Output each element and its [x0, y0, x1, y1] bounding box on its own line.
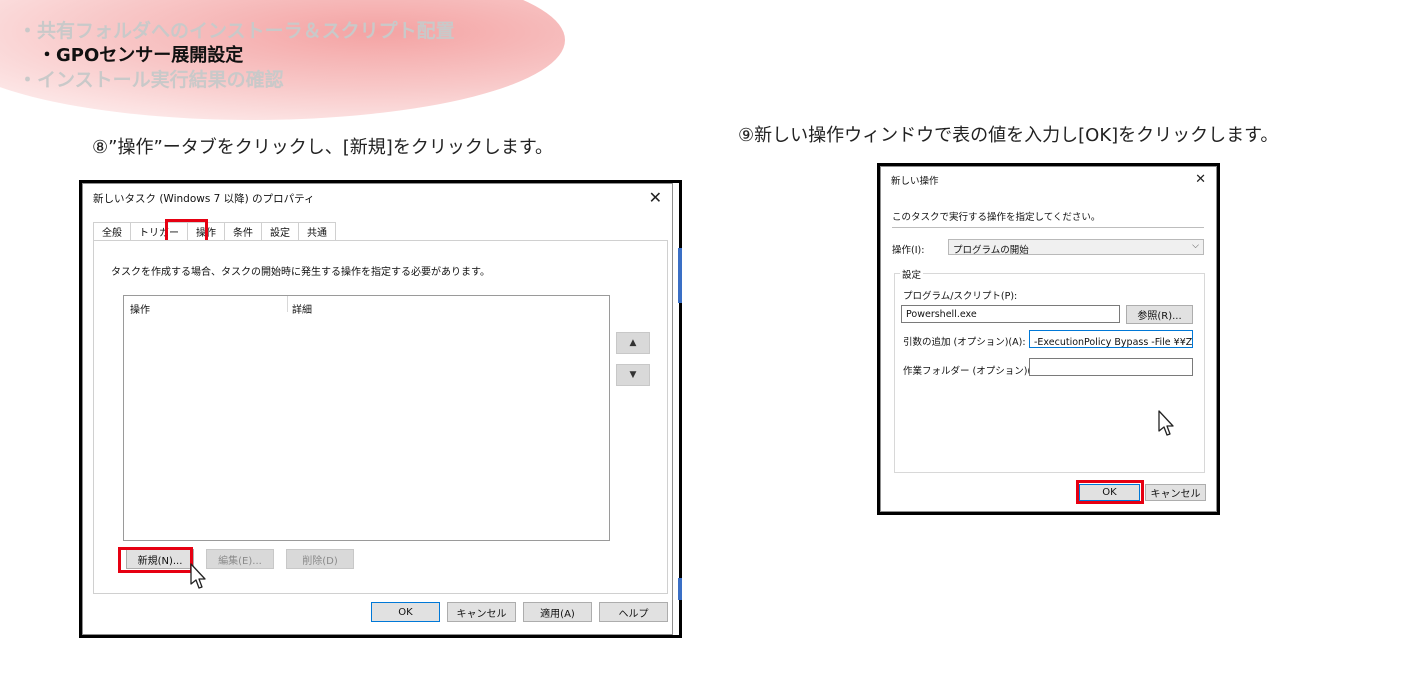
divider [892, 227, 1204, 228]
task-properties-screenshot: 新しいタスク (Windows 7 以降) のプロパティ ✕ 全般 トリガー 操… [79, 180, 682, 638]
actions-instruction: タスクを作成する場合、タスクの開始時に発生する操作を指定する必要があります。 [111, 267, 490, 278]
action-type-select[interactable]: プログラムの開始 ⌵ [948, 239, 1204, 256]
browse-button[interactable]: 参照(R)... [1126, 305, 1193, 324]
apply-button[interactable]: 適用(A) [523, 602, 592, 622]
column-header-action[interactable]: 操作 [130, 301, 150, 316]
delete-action-button[interactable]: 削除(D) [286, 549, 354, 569]
program-label: プログラム/スクリプト(P): [903, 291, 1018, 302]
action-type-label: 操作(I): [892, 245, 925, 256]
action-dialog-titlebar: 新しい操作 ✕ [881, 167, 1216, 193]
action-type-value: プログラムの開始 [953, 245, 1029, 256]
tab-conditions[interactable]: 条件 [224, 222, 262, 240]
nav-item-gpo-sensor: ・GPOセンサー展開設定 [38, 45, 244, 66]
task-properties-dialog: 新しいタスク (Windows 7 以降) のプロパティ ✕ 全般 トリガー 操… [82, 183, 673, 635]
column-header-details[interactable]: 詳細 [292, 301, 312, 316]
background-window-edge [678, 578, 682, 600]
edit-action-button[interactable]: 編集(E)... [206, 549, 274, 569]
program-field[interactable]: Powershell.exe [901, 305, 1120, 323]
tab-general[interactable]: 全般 [93, 222, 131, 240]
action-cancel-button[interactable]: キャンセル [1145, 484, 1206, 501]
step9-caption: ⑨新しい操作ウィンドウで表の値を入力し[OK]をクリックします。 [738, 125, 1279, 146]
cancel-button[interactable]: キャンセル [447, 602, 516, 622]
tab-settings[interactable]: 設定 [261, 222, 299, 240]
task-dialog-title: 新しいタスク (Windows 7 以降) のプロパティ [93, 192, 315, 205]
move-up-icon[interactable]: ▲ [616, 332, 650, 354]
chevron-down-icon: ⌵ [1192, 241, 1199, 251]
task-dialog-titlebar: 新しいタスク (Windows 7 以降) のプロパティ ✕ [83, 184, 672, 212]
mouse-pointer-icon [1158, 410, 1174, 436]
settings-group-label: 設定 [900, 267, 924, 281]
close-icon[interactable]: ✕ [649, 190, 662, 206]
help-button[interactable]: ヘルプ [599, 602, 668, 622]
arguments-field[interactable]: -ExecutionPolicy Bypass -File ¥¥ZAWA-検証 [1029, 330, 1193, 348]
action-instruction: このタスクで実行する操作を指定してください。 [892, 212, 1101, 223]
column-divider [287, 296, 288, 312]
working-folder-label: 作業フォルダー (オプション)(T): [903, 366, 1044, 377]
close-icon[interactable]: ✕ [1195, 172, 1206, 188]
step8-caption: ⑧”操作”ータブをクリックし、[新規]をクリックします。 [92, 137, 554, 158]
nav-item-shared-folder: ・共有フォルダへのインストーラ＆スクリプト配置 [18, 20, 455, 42]
new-action-screenshot: 新しい操作 ✕ このタスクで実行する操作を指定してください。 操作(I): プロ… [877, 163, 1220, 515]
ok-button[interactable]: OK [371, 602, 440, 622]
tab-strip: 全般 トリガー 操作 条件 設定 共通 [93, 222, 336, 240]
tab-shared[interactable]: 共通 [298, 222, 336, 240]
arguments-label: 引数の追加 (オプション)(A): [903, 337, 1026, 348]
actions-list[interactable]: 操作 詳細 [123, 295, 610, 541]
actions-panel: タスクを作成する場合、タスクの開始時に発生する操作を指定する必要があります。 操… [93, 240, 668, 594]
background-window-edge [678, 248, 682, 303]
ok-button-highlight [1076, 480, 1144, 504]
action-dialog-title: 新しい操作 [891, 176, 939, 187]
working-folder-field[interactable] [1029, 358, 1193, 376]
move-down-icon[interactable]: ▼ [616, 364, 650, 386]
nav-item-install-result: ・インストール実行結果の確認 [18, 69, 284, 91]
mouse-pointer-icon [190, 563, 206, 589]
new-button-highlight [118, 547, 193, 573]
new-action-dialog: 新しい操作 ✕ このタスクで実行する操作を指定してください。 操作(I): プロ… [880, 166, 1217, 512]
